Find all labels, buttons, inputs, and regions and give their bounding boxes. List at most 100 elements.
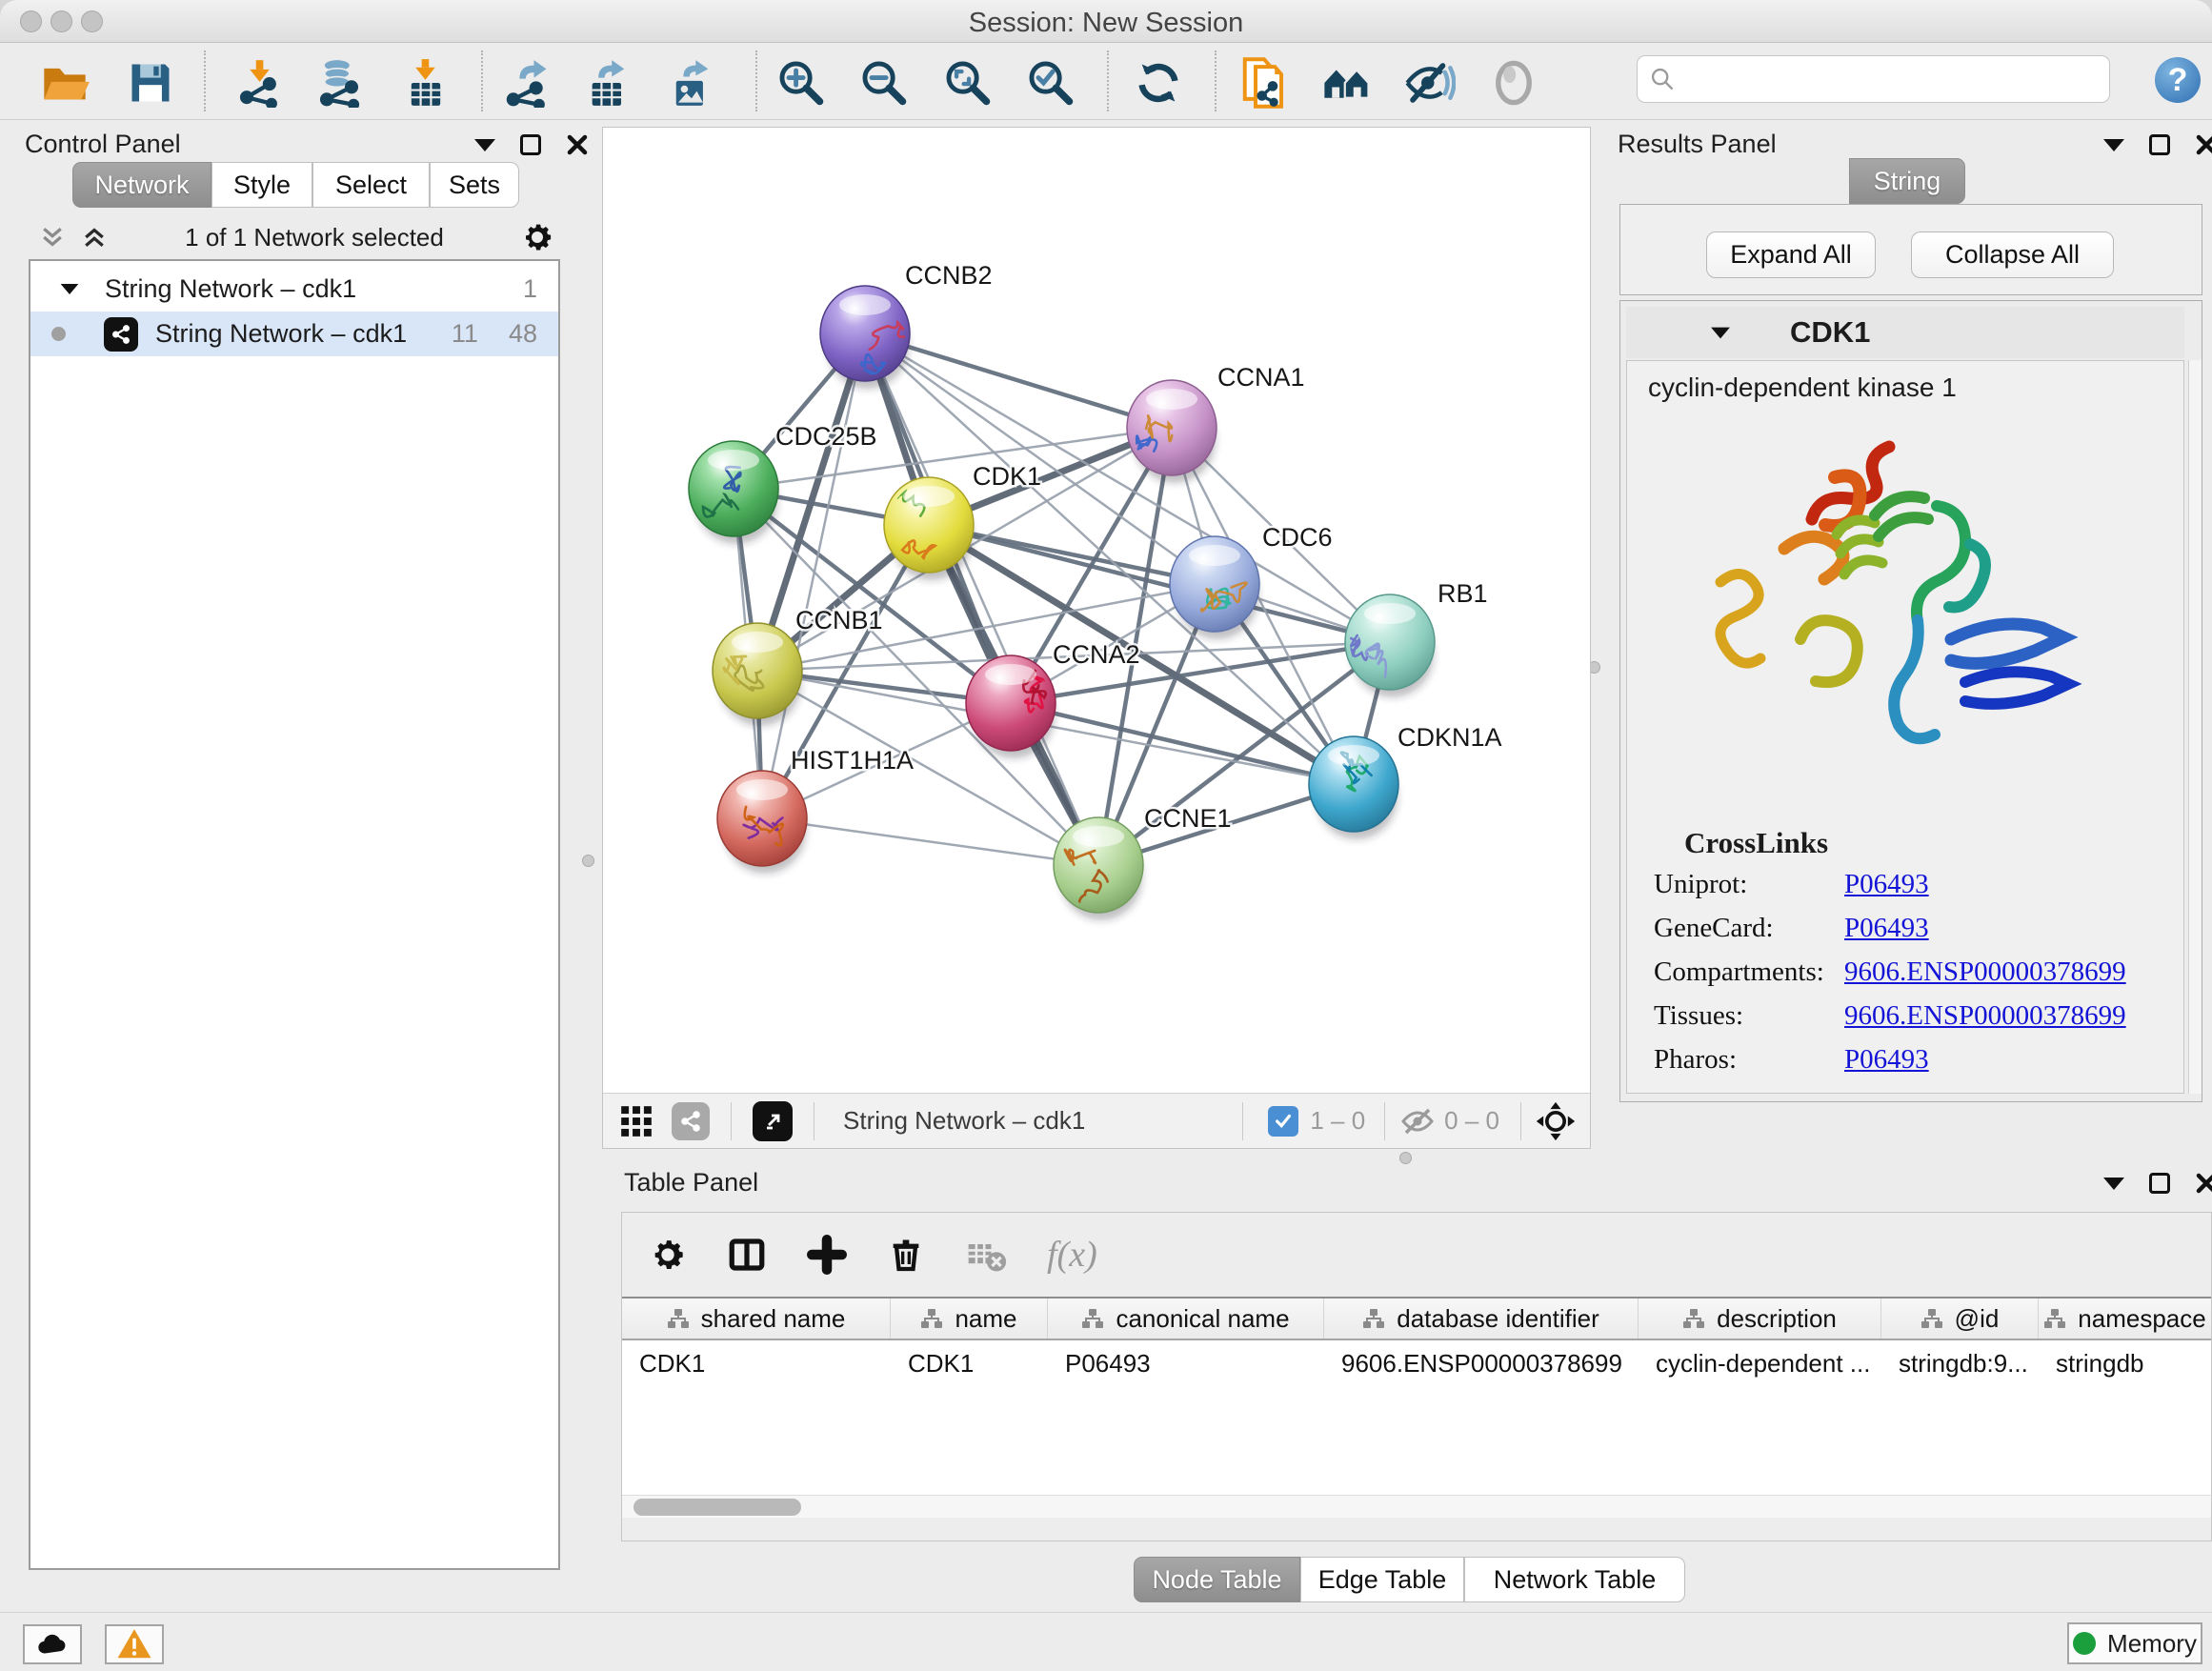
toolbar-separator [1107, 50, 1109, 111]
crosslink-row: Tissues: 9606.ENSP00000378699 [1654, 1000, 2126, 1032]
show-grid-icon[interactable] [618, 1103, 654, 1139]
float-panel-icon[interactable] [2149, 1173, 2170, 1194]
node-label: CCNA1 [1217, 363, 1305, 392]
tab-network-table[interactable]: Network Table [1464, 1557, 1685, 1602]
close-panel-icon[interactable] [566, 133, 589, 156]
warning-icon [116, 1626, 152, 1662]
network-thumbnail-icon[interactable] [672, 1102, 710, 1140]
zoom-fit-icon[interactable] [941, 56, 995, 110]
export-image-icon[interactable] [665, 56, 718, 110]
column-header[interactable]: shared name [622, 1299, 891, 1339]
inactive-eye-icon[interactable] [1487, 56, 1540, 110]
search-input[interactable] [1685, 65, 2085, 94]
collapse-gene-icon[interactable] [1711, 327, 1730, 338]
float-panel-icon[interactable] [2149, 134, 2170, 155]
update-network-icon[interactable] [1132, 56, 1185, 110]
function-builder-icon-disabled: f(x) [1047, 1234, 1097, 1276]
crosslink-value-link[interactable]: 9606.ENSP00000378699 [1844, 956, 2126, 988]
tab-network[interactable]: Network [72, 162, 211, 208]
bottom-splitter-handle[interactable] [1399, 1152, 1412, 1164]
crosslink-value-link[interactable]: 9606.ENSP00000378699 [1844, 1000, 2126, 1032]
crosslink-value-link[interactable]: P06493 [1844, 913, 1929, 944]
import-table-icon[interactable] [399, 56, 452, 110]
save-session-icon[interactable] [124, 56, 177, 110]
crosslink-value-link[interactable]: P06493 [1844, 1044, 1929, 1076]
home-network-icon[interactable] [1320, 56, 1374, 110]
tab-node-table[interactable]: Node Table [1134, 1557, 1300, 1602]
import-network-file-icon[interactable] [232, 56, 286, 110]
network-row-selected[interactable]: String Network – cdk1 11 48 [30, 312, 558, 356]
warnings-button[interactable] [105, 1624, 164, 1664]
network-graph-canvas[interactable]: CCNB2CCNA1CDC25BCDK1CDC6RB1CCNB1CCNA2CDK… [603, 128, 1590, 1093]
tab-edge-table[interactable]: Edge Table [1300, 1557, 1464, 1602]
results-scrollbar[interactable] [2188, 360, 2202, 1094]
collapse-all-button[interactable]: Collapse All [1911, 232, 2114, 278]
crosslink-row: Uniprot: P06493 [1654, 869, 1929, 900]
zoom-selected-icon[interactable] [1024, 56, 1077, 110]
toolbar-separator [1215, 50, 1217, 111]
float-panel-icon[interactable] [520, 134, 541, 155]
table-box: f(x) shared name name canonical name dat… [621, 1212, 2212, 1541]
panel-menu-icon[interactable] [474, 139, 495, 151]
gene-header[interactable]: CDK1 [1626, 307, 2184, 358]
open-session-icon[interactable] [38, 56, 91, 110]
close-panel-icon[interactable] [2195, 133, 2212, 156]
panel-menu-icon[interactable] [2103, 1178, 2124, 1190]
column-header[interactable]: @id [1881, 1299, 2039, 1339]
node-label: CDC25B [775, 422, 877, 451]
close-panel-icon[interactable] [2195, 1172, 2212, 1195]
tree-expand-icon[interactable] [61, 284, 79, 294]
results-buttons-box: Expand All Collapse All [1619, 204, 2202, 295]
node-label: CDK1 [973, 462, 1041, 491]
tab-style[interactable]: Style [211, 162, 312, 208]
delete-table-icon-disabled [965, 1234, 1007, 1276]
network-options-gear-icon[interactable] [520, 220, 554, 254]
gene-description: cyclin-dependent kinase 1 [1648, 372, 1957, 403]
column-header[interactable]: description [1639, 1299, 1881, 1339]
delete-column-icon[interactable] [887, 1236, 925, 1274]
export-table-icon[interactable] [582, 56, 635, 110]
node-label: CCNE1 [1144, 804, 1232, 833]
crosslink-row: Pharos: P06493 [1654, 1044, 1929, 1076]
column-header[interactable]: database identifier [1324, 1299, 1639, 1339]
import-network-database-icon[interactable] [312, 56, 366, 110]
collapse-all-tree-icon[interactable] [38, 223, 67, 252]
import-string-network-icon[interactable] [1237, 56, 1291, 110]
network-collection-row[interactable]: String Network – cdk1 1 [30, 267, 558, 312]
tab-select[interactable]: Select [312, 162, 430, 208]
results-panel-title: Results Panel [1618, 130, 1777, 159]
tab-sets[interactable]: Sets [430, 162, 519, 208]
export-network-icon[interactable] [501, 56, 554, 110]
show-columns-icon[interactable] [727, 1235, 767, 1275]
node-label: RB1 [1438, 579, 1488, 608]
network-icon [104, 317, 138, 352]
help-icon[interactable]: ? [2155, 57, 2201, 103]
expand-all-button[interactable]: Expand All [1706, 232, 1876, 278]
table-options-gear-icon[interactable] [649, 1236, 687, 1274]
selected-counts: 1 – 0 [1310, 1106, 1365, 1136]
left-splitter-handle[interactable] [582, 855, 594, 867]
expand-all-tree-icon[interactable] [80, 223, 109, 252]
birds-eye-view-icon[interactable] [1535, 1100, 1577, 1142]
crosslink-row: Compartments: 9606.ENSP00000378699 [1654, 956, 2126, 988]
crosslink-value-link[interactable]: P06493 [1844, 869, 1929, 900]
add-column-icon[interactable] [807, 1235, 847, 1275]
zoom-in-icon[interactable] [774, 56, 828, 110]
selected-checkbox-icon[interactable] [1268, 1106, 1298, 1137]
table-row[interactable]: CDK1 CDK1 P06493 9606.ENSP00000378699 cy… [622, 1342, 2211, 1384]
memory-button[interactable]: Memory [2067, 1622, 2202, 1664]
open-in-window-icon[interactable] [753, 1101, 793, 1141]
column-header[interactable]: namespace [2039, 1299, 2211, 1339]
cloud-status-button[interactable] [23, 1624, 82, 1664]
tab-string[interactable]: String [1849, 158, 1965, 204]
show-hide-graphics-icon[interactable] [1403, 56, 1457, 110]
table-horizontal-scrollbar[interactable] [622, 1495, 2211, 1518]
column-header[interactable]: canonical name [1048, 1299, 1324, 1339]
network-view-panel[interactable]: CCNB2CCNA1CDC25BCDK1CDC6RB1CCNB1CCNA2CDK… [602, 127, 1591, 1149]
panel-menu-icon[interactable] [2103, 139, 2124, 151]
zoom-out-icon[interactable] [857, 56, 911, 110]
network-edge-count: 48 [509, 319, 537, 349]
column-header[interactable]: name [891, 1299, 1048, 1339]
scrollbar-thumb[interactable] [633, 1499, 801, 1516]
node-label: CCNA2 [1053, 640, 1140, 669]
